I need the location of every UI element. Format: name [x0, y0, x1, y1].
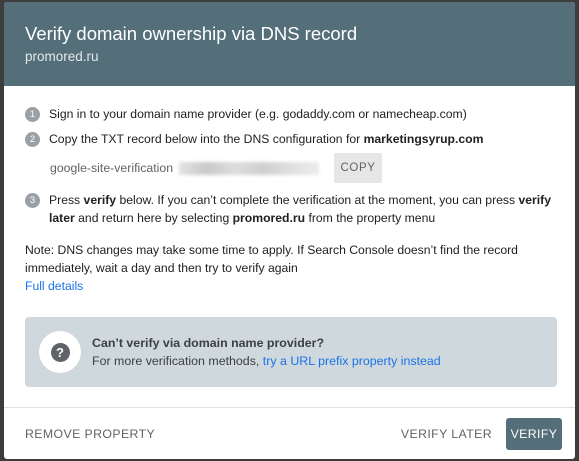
full-details-link[interactable]: Full details [25, 277, 83, 295]
txt-record-row: google-site-verification COPY [46, 153, 557, 183]
alternative-text-block: Can’t verify via domain name provider? F… [92, 334, 441, 370]
url-prefix-link[interactable]: try a URL prefix property instead [263, 354, 441, 368]
alternative-text: For more verification methods, [92, 354, 263, 368]
step-3-part-3: and return here by selecting [74, 211, 233, 225]
step-3-part-4: from the property menu [305, 211, 436, 225]
dns-note-text: Note: DNS changes may take some time to … [25, 243, 518, 275]
txt-record-prefix: google-site-verification [50, 161, 174, 175]
property-name: promored.ru [232, 211, 306, 225]
dialog-title: Verify domain ownership via DNS record [25, 23, 358, 44]
dialog-subtitle: promored.ru [25, 49, 99, 64]
step-1-text: Sign in to your domain name provider (e.… [49, 107, 467, 121]
dialog-footer: REMOVE PROPERTY VERIFY LATER VERIFY [4, 407, 575, 459]
verify-word: verify [83, 193, 117, 207]
step-2-text-before: Copy the TXT record below into the DNS c… [49, 132, 364, 146]
dns-note: Note: DNS changes may take some time to … [25, 241, 557, 295]
dialog-header: Verify domain ownership via DNS record p… [4, 2, 575, 86]
step-3-part-1: Press [49, 193, 84, 207]
verify-dialog: Verify domain ownership via DNS record p… [4, 2, 575, 459]
step-number-3: 3 [25, 192, 40, 208]
step-2-text: Copy the TXT record below into the DNS c… [49, 130, 557, 148]
step-number-2: 2 [25, 131, 40, 147]
txt-record-redacted [179, 162, 320, 176]
target-domain: marketingsyrup.com [363, 132, 484, 146]
step-1: 1 Sign in to your domain name provider (… [25, 105, 557, 123]
alternative-method-box: ? Can’t verify via domain name provider?… [25, 317, 557, 387]
verify-button[interactable]: VERIFY [506, 417, 562, 450]
help-icon: ? [50, 342, 70, 362]
step-3: 3 Press verify below. If you can’t compl… [25, 191, 557, 227]
txt-record-field[interactable]: google-site-verification [46, 153, 330, 183]
dialog-body: 1 Sign in to your domain name provider (… [4, 86, 575, 387]
step-3-part-2: below. If you can’t complete the verific… [116, 193, 519, 207]
help-icon-container: ? [39, 331, 81, 373]
step-number-1: 1 [25, 106, 40, 122]
verify-later-button[interactable]: VERIFY LATER [401, 427, 492, 441]
step-3-text: Press verify below. If you can’t complet… [49, 191, 557, 227]
alternative-subtitle: For more verification methods, try a URL… [92, 352, 441, 370]
alternative-title: Can’t verify via domain name provider? [92, 336, 325, 350]
copy-button[interactable]: COPY [334, 153, 382, 183]
remove-property-button[interactable]: REMOVE PROPERTY [25, 427, 155, 441]
step-2: 2 Copy the TXT record below into the DNS… [25, 130, 557, 148]
